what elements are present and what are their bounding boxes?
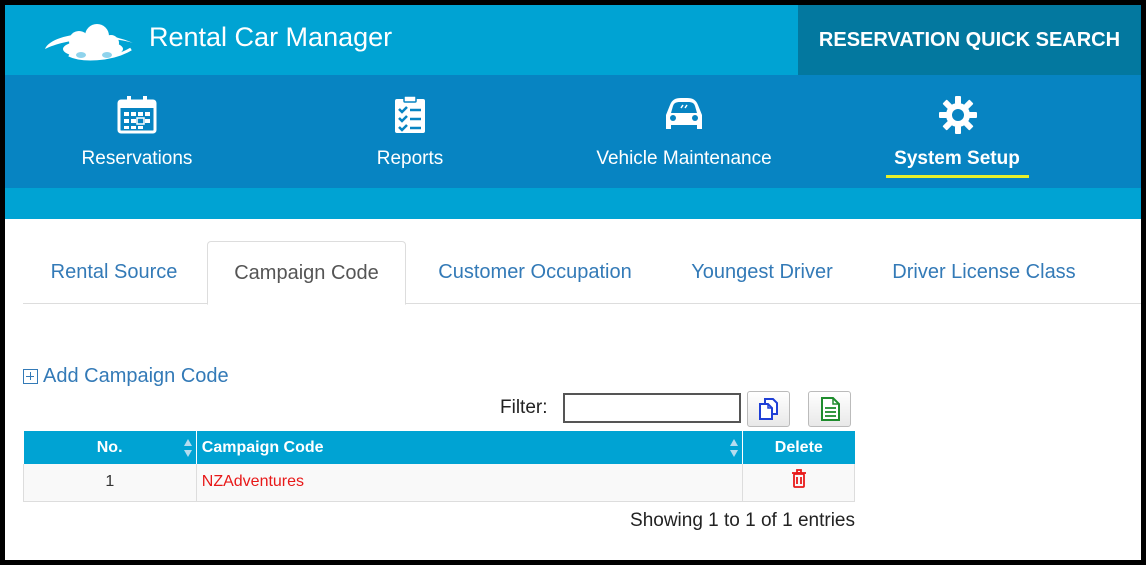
app-title: Rental Car Manager	[149, 22, 393, 52]
top-header: Rental Car Manager RESERVATION QUICK SEA…	[5, 5, 1141, 75]
table-header-row: No. Campaign Code Delete	[23, 431, 855, 464]
filter-input[interactable]	[563, 393, 741, 423]
tab-youngest-driver[interactable]: Youngest Driver	[673, 241, 851, 304]
filter-label: Filter:	[500, 397, 548, 418]
nav-label: Reports	[376, 148, 444, 169]
copy-button[interactable]	[747, 391, 790, 427]
nav-label: Reservations	[81, 148, 193, 169]
app-window: Rental Car Manager RESERVATION QUICK SEA…	[5, 5, 1141, 560]
copy-icon	[758, 398, 778, 420]
cell-no: 1	[23, 464, 197, 502]
column-header-campaign-code[interactable]: Campaign Code	[196, 431, 744, 464]
tab-customer-occupation[interactable]: Customer Occupation	[413, 241, 657, 304]
tab-campaign-code[interactable]: Campaign Code	[207, 241, 406, 305]
checklist-icon	[395, 95, 425, 133]
cloud-car-logo	[45, 24, 133, 61]
setup-tabs: Rental Source Campaign Code Customer Occ…	[23, 241, 1141, 305]
sort-icon	[730, 439, 739, 457]
column-header-label: No.	[96, 438, 123, 456]
column-header-delete: Delete	[742, 431, 855, 464]
plus-square-icon	[23, 369, 38, 384]
gear-icon	[939, 96, 977, 134]
nav-vehicle-maintenance[interactable]: Vehicle Maintenance	[589, 75, 779, 188]
add-campaign-code-link[interactable]: Add Campaign Code	[23, 365, 229, 388]
nav-system-setup[interactable]: System Setup	[881, 75, 1033, 188]
column-header-no[interactable]: No.	[23, 431, 197, 464]
trash-icon[interactable]	[791, 469, 807, 489]
tab-driver-license-class[interactable]: Driver License Class	[871, 241, 1097, 304]
cell-delete	[742, 464, 855, 502]
add-campaign-code-label: Add Campaign Code	[43, 365, 229, 387]
main-nav: Reservations Reports Vehicle Maintenance…	[5, 75, 1141, 188]
campaign-code-link[interactable]: NZAdventures	[202, 473, 304, 490]
sub-header-bar	[5, 188, 1141, 219]
car-icon	[666, 98, 702, 129]
nav-label: System Setup	[894, 148, 1020, 169]
calendar-icon	[117, 96, 157, 134]
nav-reservations[interactable]: Reservations	[65, 75, 209, 188]
sort-icon	[183, 439, 192, 457]
tab-rental-source[interactable]: Rental Source	[23, 241, 205, 304]
nav-reports[interactable]: Reports	[345, 75, 475, 188]
table-info-text: Showing 1 to 1 of 1 entries	[630, 510, 855, 531]
table-row: 1 NZAdventures	[23, 464, 855, 502]
campaign-code-table: No. Campaign Code Delete 1 NZAdventures	[23, 431, 855, 502]
active-nav-underline	[886, 175, 1029, 178]
reservation-quick-search-button[interactable]: RESERVATION QUICK SEARCH	[798, 5, 1141, 75]
column-header-label: Campaign Code	[201, 438, 324, 456]
cell-campaign-code: NZAdventures	[196, 464, 744, 502]
nav-label: Vehicle Maintenance	[596, 148, 772, 169]
export-csv-button[interactable]	[808, 391, 851, 427]
document-icon	[820, 397, 840, 421]
